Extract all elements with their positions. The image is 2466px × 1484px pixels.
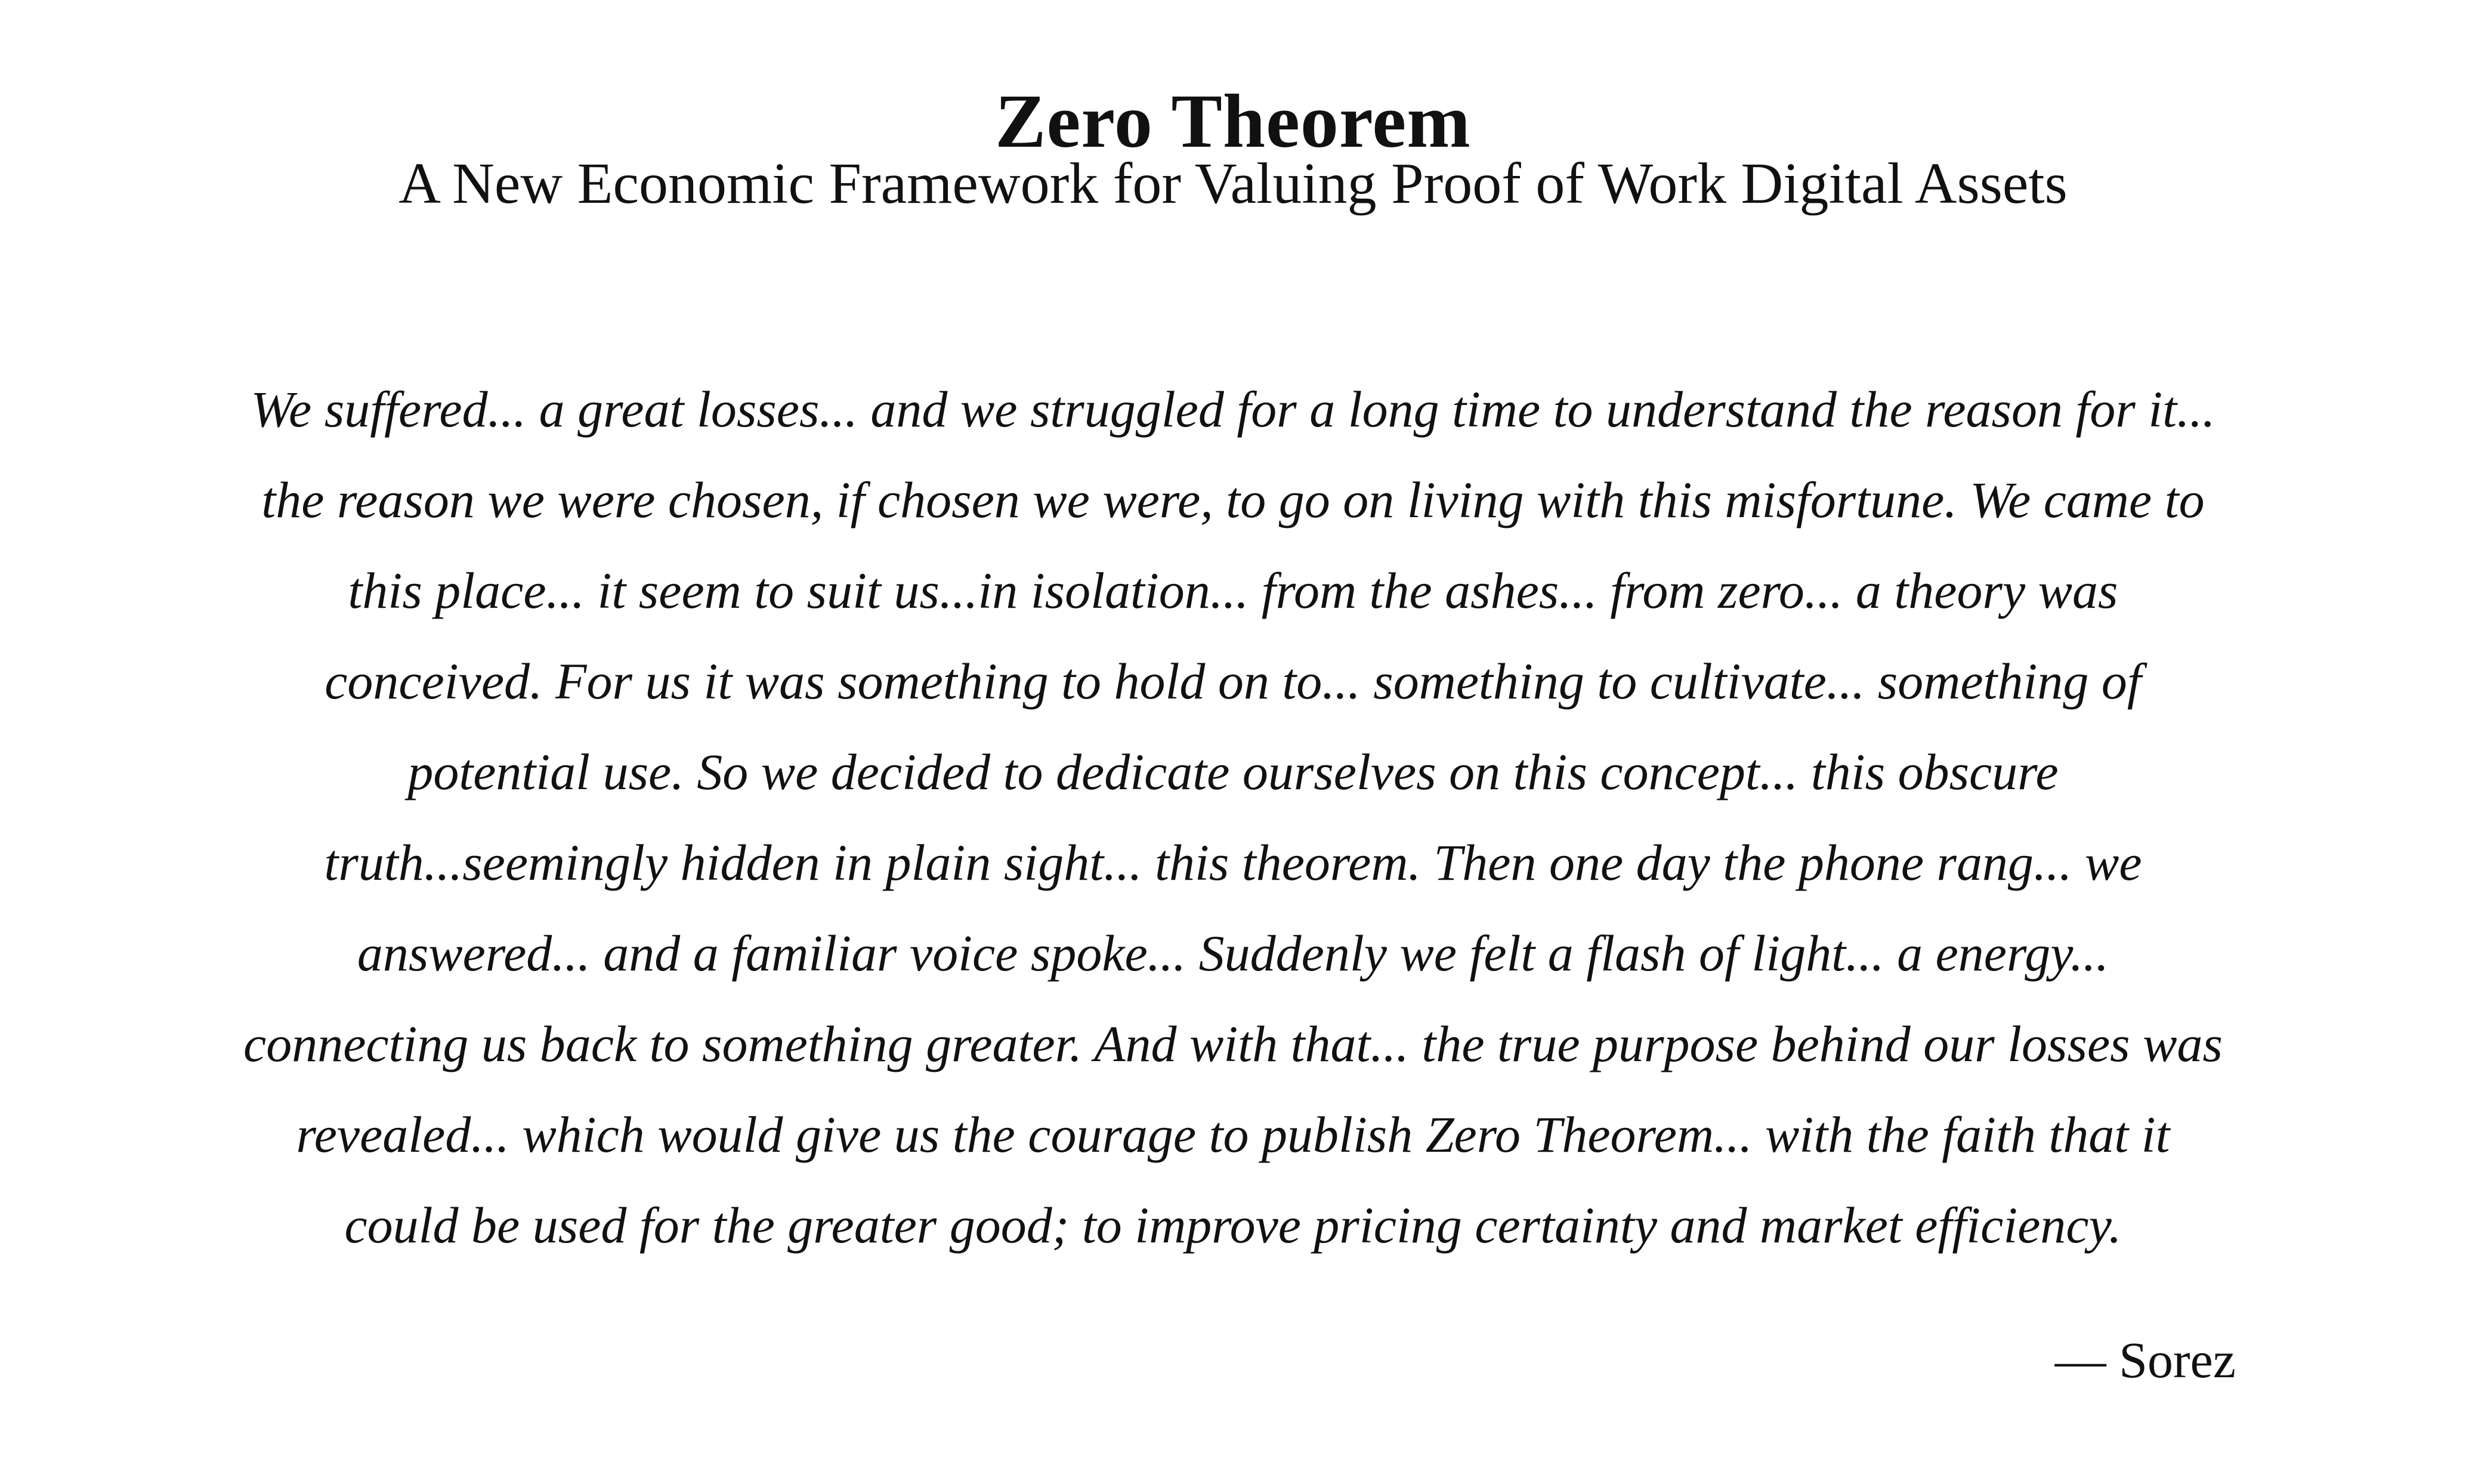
epigraph-attribution: — Sorez bbox=[2054, 1331, 2236, 1389]
epigraph-quote: We suffered... a great losses... and we … bbox=[243, 381, 2223, 1254]
document-subtitle: A New Economic Framework for Valuing Pro… bbox=[398, 152, 2068, 216]
document-page: Zero Theorem A New Economic Framework fo… bbox=[0, 0, 2466, 1484]
